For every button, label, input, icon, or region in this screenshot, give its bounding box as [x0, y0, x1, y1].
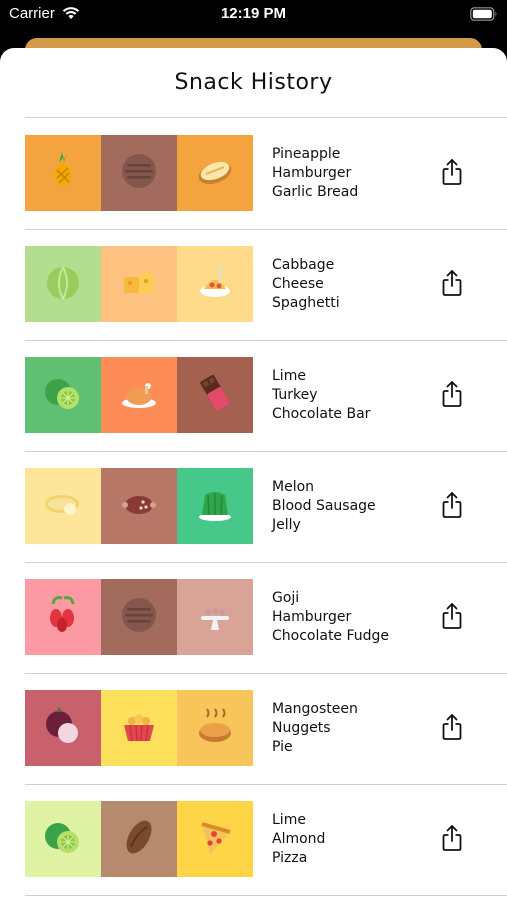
snack-name: Hamburger	[272, 165, 352, 181]
snack-row[interactable]: Cabbage Cheese Spaghetti	[25, 229, 507, 340]
snack-tile	[25, 246, 101, 322]
snack-tile	[101, 357, 177, 433]
share-icon[interactable]	[441, 380, 463, 408]
snack-tile	[25, 468, 101, 544]
cabbage-icon	[40, 259, 86, 309]
snack-names: Lime Almond Pizza	[272, 811, 325, 868]
snack-names: Goji Hamburger Chocolate Fudge	[272, 589, 389, 646]
chocolate-fudge-icon	[192, 592, 238, 642]
snack-names: Cabbage Cheese Spaghetti	[272, 256, 340, 313]
snack-tile	[25, 357, 101, 433]
snack-names: Melon Blood Sausage Jelly	[272, 478, 376, 535]
snack-names: Lime Turkey Chocolate Bar	[272, 367, 370, 424]
snack-history-sheet: Snack History Pineapple Hamburger Garlic B…	[0, 48, 507, 900]
snack-tile	[101, 468, 177, 544]
snack-tile	[25, 579, 101, 655]
snack-name: Goji	[272, 590, 300, 606]
battery-icon	[470, 6, 498, 25]
cheese-icon	[116, 259, 162, 309]
snack-tile	[177, 801, 253, 877]
snack-name: Chocolate Fudge	[272, 628, 390, 644]
snack-names: Pineapple Hamburger Garlic Bread	[272, 145, 358, 202]
snack-name: Hamburger	[272, 609, 352, 625]
share-icon[interactable]	[441, 491, 463, 519]
snack-tile	[101, 246, 177, 322]
snack-name: Mangosteen	[272, 701, 358, 717]
snack-name: Pizza	[272, 850, 308, 866]
snack-tile	[25, 801, 101, 877]
snack-tile	[101, 135, 177, 211]
turkey-icon	[116, 370, 162, 420]
snack-name: Cheese	[272, 276, 324, 292]
hamburger-icon	[116, 592, 162, 642]
snack-name: Pie	[272, 739, 293, 755]
snack-tile	[177, 246, 253, 322]
share-icon[interactable]	[441, 602, 463, 630]
pie-icon	[192, 703, 238, 753]
blood-sausage-icon	[116, 481, 162, 531]
hamburger-icon	[116, 148, 162, 198]
melon-icon	[40, 481, 86, 531]
lime-icon	[40, 814, 86, 864]
snack-name: Almond	[272, 831, 326, 847]
share-icon[interactable]	[441, 269, 463, 297]
clock: 12:19 PM	[220, 5, 287, 22]
status-bar: Carrier 12:19 PM	[0, 0, 507, 30]
almond-icon	[116, 814, 162, 864]
snack-tile	[177, 468, 253, 544]
share-icon[interactable]	[441, 713, 463, 741]
goji-icon	[40, 592, 86, 642]
snack-name: Melon	[272, 479, 315, 495]
snack-name: Blood Sausage	[272, 498, 376, 514]
snack-row[interactable]: Pineapple Hamburger Garlic Bread	[25, 118, 507, 229]
snack-tile	[25, 690, 101, 766]
snack-names: Mangosteen Nuggets Pie	[272, 700, 358, 757]
chocolate-bar-icon	[192, 370, 238, 420]
pizza-icon	[192, 814, 238, 864]
jelly-icon	[192, 481, 238, 531]
snack-row[interactable]: Melon Blood Sausage Jelly	[25, 451, 507, 562]
snack-tile	[177, 135, 253, 211]
snack-row[interactable]: Lime Almond Pizza	[25, 784, 507, 895]
snack-tile	[101, 579, 177, 655]
snack-tile	[177, 579, 253, 655]
snack-row[interactable]: Lime Turkey Chocolate Bar	[25, 340, 507, 451]
page-title: Snack History	[174, 70, 333, 95]
snack-name: Jelly	[272, 517, 301, 533]
snack-tile	[177, 690, 253, 766]
snack-tile	[101, 690, 177, 766]
share-icon[interactable]	[441, 824, 463, 852]
snack-name: Pineapple	[272, 146, 341, 162]
snack-name: Cabbage	[272, 257, 335, 273]
snack-tile	[101, 801, 177, 877]
snack-name: Lime	[272, 812, 306, 828]
snack-row[interactable]: Mangosteen Nuggets Pie	[25, 673, 507, 784]
lime-icon	[40, 370, 86, 420]
snack-name: Garlic Bread	[272, 184, 359, 200]
snack-name: Lime	[272, 368, 306, 384]
pineapple-icon	[40, 148, 86, 198]
share-icon[interactable]	[441, 158, 463, 186]
spaghetti-icon	[192, 259, 238, 309]
snack-name: Spaghetti	[272, 295, 340, 311]
snack-name: Turkey	[272, 387, 318, 403]
snack-name: Chocolate Bar	[272, 406, 371, 422]
snack-row[interactable]: Goji Hamburger Chocolate Fudge	[25, 562, 507, 673]
snack-tile	[25, 135, 101, 211]
snack-tile	[177, 357, 253, 433]
nuggets-icon	[116, 703, 162, 753]
mangosteen-icon	[40, 703, 86, 753]
snack-name: Nuggets	[272, 720, 331, 736]
garlic-bread-icon	[192, 148, 238, 198]
divider	[25, 895, 507, 896]
